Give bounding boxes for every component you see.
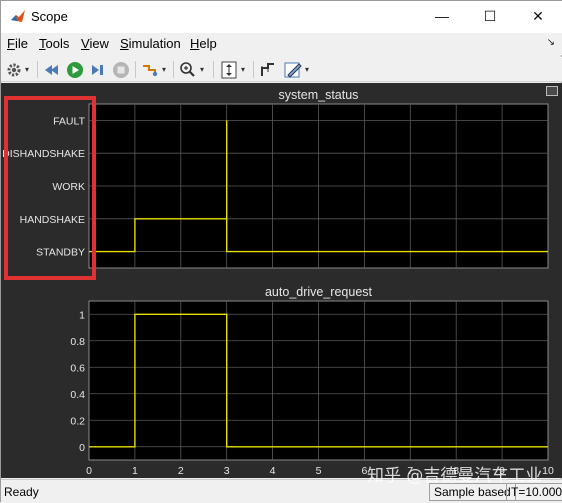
- style-dropdown-icon[interactable]: ▾: [305, 65, 309, 85]
- toolbar: ▾ ▾ ▾ ▾ ▾: [1, 57, 562, 82]
- maximize-button[interactable]: ☐: [467, 1, 513, 33]
- x-tick-label: 1: [132, 465, 138, 477]
- axes-title: auto_drive_request: [265, 285, 373, 299]
- dock-arrow-icon[interactable]: ↘: [547, 37, 555, 48]
- rewind-icon[interactable]: [43, 60, 61, 80]
- gear-dropdown-icon[interactable]: ▾: [25, 65, 29, 85]
- gear-icon[interactable]: [6, 60, 22, 80]
- close-button[interactable]: ✕: [515, 1, 561, 33]
- matlab-icon: [11, 10, 25, 22]
- stop-icon[interactable]: [111, 60, 131, 80]
- y-tick-label: 0.2: [70, 415, 85, 427]
- cursor-measure-icon[interactable]: [259, 60, 277, 80]
- x-tick-label: 0: [86, 465, 92, 477]
- x-tick-label: 4: [270, 465, 276, 477]
- step-forward-icon[interactable]: [89, 60, 107, 80]
- menu-file[interactable]: File: [7, 36, 28, 51]
- y-tick-label: 0: [79, 442, 85, 454]
- menu-view[interactable]: View: [81, 36, 109, 51]
- zoom-dropdown-icon[interactable]: ▾: [200, 65, 204, 85]
- x-tick-label: 3: [224, 465, 230, 477]
- minimize-button[interactable]: —: [419, 1, 465, 33]
- run-icon[interactable]: [65, 60, 85, 80]
- menu-tools[interactable]: Tools: [39, 36, 69, 51]
- undock-icon[interactable]: [546, 86, 558, 96]
- scale-axes-icon[interactable]: [219, 60, 239, 80]
- plot-area: STANDBY HANDSHAKE WORK DISHANDSHAKE FAULT sys…: [1, 83, 562, 478]
- scale-dropdown-icon[interactable]: ▾: [241, 65, 245, 85]
- menu-bar: File Tools View Simulation Help ↘: [1, 33, 562, 55]
- scope-window: Scope — ☐ ✕ File Tools View Simulation H…: [0, 0, 562, 503]
- highlight-signal-icon[interactable]: [141, 60, 161, 80]
- menu-help[interactable]: Help: [190, 36, 217, 51]
- highlight-dropdown-icon[interactable]: ▾: [162, 65, 166, 85]
- y-tick-label: 1: [79, 309, 85, 321]
- annotation-highlight-box: [4, 96, 96, 280]
- x-tick-label: 10: [542, 465, 554, 477]
- style-icon[interactable]: [283, 60, 303, 80]
- x-tick-label: 2: [178, 465, 184, 477]
- menu-simulation[interactable]: Simulation: [120, 36, 181, 51]
- title-bar: Scope — ☐ ✕: [1, 1, 562, 33]
- y-tick-label: 0.6: [70, 362, 85, 374]
- y-tick-label: 0.8: [70, 336, 85, 348]
- zoom-icon[interactable]: [179, 60, 197, 80]
- x-tick-label: 5: [316, 465, 322, 477]
- window-title: Scope: [31, 9, 68, 24]
- axes-title: system_status: [279, 88, 359, 102]
- status-ready-text: Ready: [4, 485, 39, 499]
- y-tick-label: 0.4: [70, 389, 85, 401]
- watermark-text: 知乎 @吉德曼汽车工业: [367, 466, 543, 486]
